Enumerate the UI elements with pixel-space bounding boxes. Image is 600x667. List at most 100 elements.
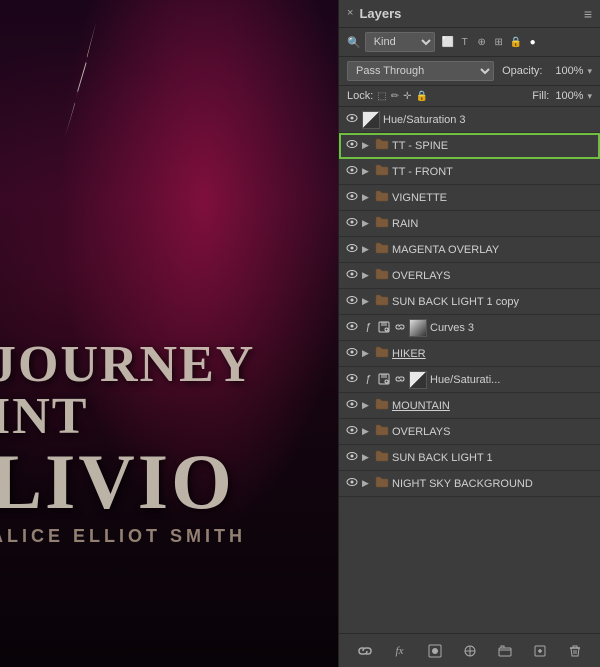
opacity-value[interactable]: 100%: [548, 65, 583, 77]
layer-visibility-toggle[interactable]: [345, 321, 359, 334]
delete-layer-button[interactable]: [564, 640, 586, 662]
lock-transparent-icon[interactable]: ⬚: [377, 91, 386, 102]
layer-expand-arrow[interactable]: ▶: [362, 478, 372, 489]
layer-visibility-toggle[interactable]: [345, 451, 359, 464]
smart-filter-icon[interactable]: 🔒: [509, 35, 523, 49]
layer-item[interactable]: ▶ MAGENTA OVERLAY: [339, 237, 600, 263]
layer-special-icon: ƒ: [362, 322, 374, 333]
layer-name-label: MAGENTA OVERLAY: [392, 244, 594, 256]
layer-visibility-toggle[interactable]: [345, 243, 359, 256]
layer-special-icon: ƒ: [362, 374, 374, 385]
layer-visibility-toggle[interactable]: [345, 399, 359, 412]
opacity-chevron-icon: ▾: [587, 66, 592, 77]
layer-item[interactable]: ▶ SUN BACK LIGHT 1: [339, 445, 600, 471]
layer-name-label: SUN BACK LIGHT 1: [392, 452, 594, 464]
layer-name-label: OVERLAYS: [392, 270, 594, 282]
layer-expand-arrow[interactable]: ▶: [362, 192, 372, 203]
layer-visibility-toggle[interactable]: [345, 113, 359, 126]
opacity-label: Opacity:: [502, 65, 542, 77]
layer-expand-arrow[interactable]: ▶: [362, 348, 372, 359]
layer-visibility-toggle[interactable]: [345, 217, 359, 230]
kind-select[interactable]: Kind: [365, 32, 435, 52]
layer-expand-arrow[interactable]: ▶: [362, 452, 372, 463]
layer-expand-arrow[interactable]: ▶: [362, 218, 372, 229]
panel-menu-button[interactable]: ≡: [584, 6, 592, 22]
layer-visibility-toggle[interactable]: [345, 347, 359, 360]
layer-item[interactable]: ▶MOUNTAIN: [339, 393, 600, 419]
pixel-filter-icon[interactable]: ⬜: [441, 35, 455, 49]
layer-visibility-toggle[interactable]: [345, 373, 359, 386]
link-layers-button[interactable]: [354, 640, 376, 662]
layer-visibility-toggle[interactable]: [345, 269, 359, 282]
lock-image-icon[interactable]: ✏: [391, 91, 399, 102]
layer-name-label: Hue/Saturati...: [430, 374, 594, 386]
panel-close-button[interactable]: ×: [347, 8, 353, 19]
shape-filter-icon[interactable]: ⊞: [492, 35, 506, 49]
panel-footer: fx: [339, 633, 600, 667]
layer-expand-arrow[interactable]: ▶: [362, 166, 372, 177]
new-layer-button[interactable]: [529, 640, 551, 662]
layer-folder-icon: [375, 216, 389, 231]
layer-item[interactable]: ▶ HIKER: [339, 341, 600, 367]
layer-expand-arrow[interactable]: ▶: [362, 400, 372, 411]
layer-item[interactable]: ▶ SUN BACK LIGHT 1 copy: [339, 289, 600, 315]
layer-visibility-toggle[interactable]: [345, 295, 359, 308]
layer-item[interactable]: ƒ Hue/Saturati...: [339, 367, 600, 393]
author-name: ALICE ELLIOT SMITH: [0, 526, 340, 547]
add-adjustment-button[interactable]: [459, 640, 481, 662]
lock-position-icon[interactable]: ✛: [403, 91, 411, 102]
layer-item[interactable]: ▶ RAIN: [339, 211, 600, 237]
layer-item[interactable]: ▶NIGHT SKY BACKGROUND: [339, 471, 600, 497]
layer-item[interactable]: Hue/Saturation 3: [339, 107, 600, 133]
blend-mode-select[interactable]: Pass Through: [347, 61, 494, 81]
layer-expand-arrow[interactable]: ▶: [362, 244, 372, 255]
visible-filter-icon[interactable]: ●: [526, 35, 540, 49]
layer-expand-arrow[interactable]: ▶: [362, 140, 372, 151]
search-icon: 🔍: [347, 36, 361, 49]
layer-visibility-toggle[interactable]: [345, 139, 359, 152]
layer-name-label: RAIN: [392, 218, 594, 230]
layer-name-label: HIKER: [392, 348, 594, 360]
fx-button[interactable]: fx: [389, 640, 411, 662]
layer-item[interactable]: ▶ VIGNETTE: [339, 185, 600, 211]
layer-visibility-toggle[interactable]: [345, 165, 359, 178]
layer-expand-arrow[interactable]: ▶: [362, 426, 372, 437]
adjustment-filter-icon[interactable]: T: [458, 35, 472, 49]
layers-panel: × Layers ≡ 🔍 Kind ⬜ T ⊕ ⊞ 🔒 ● Pass Throu…: [338, 0, 600, 667]
layer-folder-icon: [375, 346, 389, 361]
title-line2: LIVIO: [0, 443, 340, 521]
layer-folder-icon: [375, 294, 389, 309]
layer-name-label: SUN BACK LIGHT 1 copy: [392, 296, 594, 308]
layer-name-label: Curves 3: [430, 322, 594, 334]
layer-folder-icon: [375, 138, 389, 153]
layer-folder-icon: [375, 268, 389, 283]
layer-visibility-toggle[interactable]: [345, 477, 359, 490]
book-title-overlay: JOURNEY INT LIVIO ALICE ELLIOT SMITH: [0, 339, 340, 547]
kind-row: 🔍 Kind ⬜ T ⊕ ⊞ 🔒 ●: [339, 28, 600, 57]
type-filter-icon[interactable]: ⊕: [475, 35, 489, 49]
layer-item[interactable]: ▶ OVERLAYS: [339, 263, 600, 289]
panel-title-label: Layers: [359, 6, 401, 21]
layer-folder-icon: [375, 476, 389, 491]
layer-visibility-toggle[interactable]: [345, 425, 359, 438]
fill-value[interactable]: 100%: [555, 90, 583, 102]
layer-item[interactable]: ▶TT - SPINE: [339, 133, 600, 159]
lock-all-icon[interactable]: 🔒: [416, 91, 428, 102]
layer-visibility-toggle[interactable]: [345, 191, 359, 204]
layer-folder-icon: [375, 190, 389, 205]
layer-name-label: VIGNETTE: [392, 192, 594, 204]
layer-folder-icon: [375, 398, 389, 413]
layer-item[interactable]: ▶TT - FRONT: [339, 159, 600, 185]
layer-thumbnail: [362, 111, 380, 129]
fill-chevron-icon: ▾: [587, 91, 592, 102]
layer-expand-arrow[interactable]: ▶: [362, 296, 372, 307]
layer-item[interactable]: ▶OVERLAYS: [339, 419, 600, 445]
layer-item[interactable]: ƒ Curves 3: [339, 315, 600, 341]
new-group-button[interactable]: [494, 640, 516, 662]
add-mask-button[interactable]: [424, 640, 446, 662]
layer-expand-arrow[interactable]: ▶: [362, 270, 372, 281]
panel-title-left: × Layers: [347, 6, 401, 21]
layer-name-label: Hue/Saturation 3: [383, 114, 594, 126]
background-canvas: JOURNEY INT LIVIO ALICE ELLIOT SMITH: [0, 0, 340, 667]
layer-disk-icon: [377, 373, 391, 387]
